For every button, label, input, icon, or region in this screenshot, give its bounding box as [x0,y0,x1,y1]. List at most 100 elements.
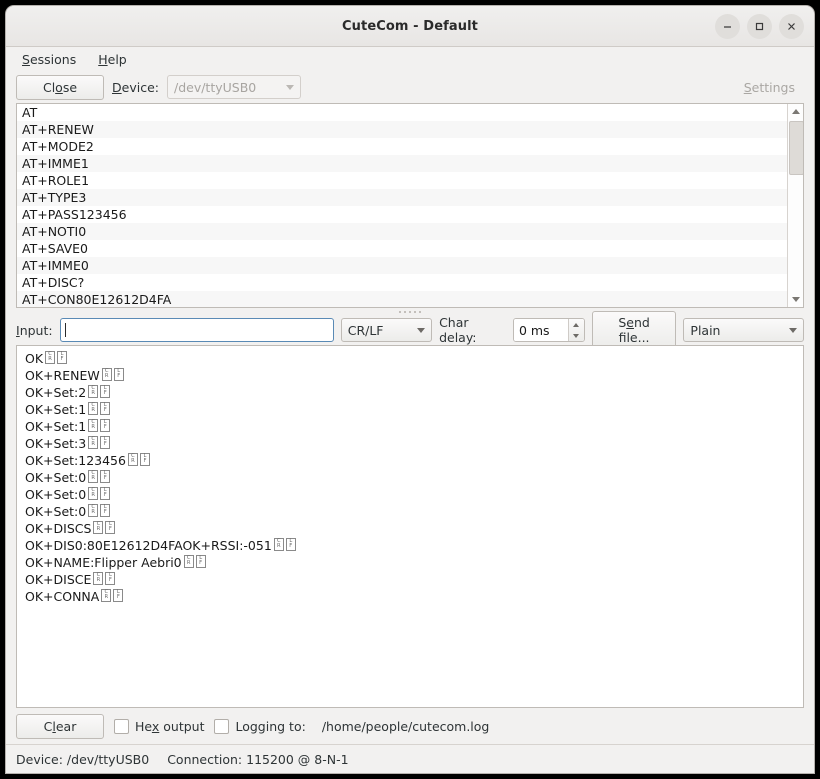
line-ending-select[interactable]: CR/LF [340,318,433,342]
char-delay-value[interactable]: 0 ms [513,319,568,341]
control-char-glyph: CR [88,469,99,483]
logging-group[interactable]: Logging to: [214,718,306,734]
device-select[interactable]: /dev/ttyUSB0 [166,75,301,99]
command-list-item[interactable]: AT [17,104,787,121]
control-char-glyph: LF [100,486,111,500]
control-char-glyph: CR [45,350,56,364]
control-char-glyph: LF [100,418,111,432]
serial-output-panel[interactable]: OK C R L F OK+RENEW C R L F OK+Set:2 C R L F OK+Set:1 C R… [16,345,804,708]
statusbar-device: Device: /dev/ttyUSB0 [16,751,150,767]
window-title: CuteCom - Default [342,18,478,34]
output-line: OK+Set:3 C R L F [17,435,803,452]
command-history-list[interactable]: AT AT+RENEW AT+MODE2 AT+IMME1 AT+ROLE1 AT+TYP… [17,104,787,307]
menu-sessions[interactable]: Sessions [20,50,78,69]
scrollbar-thumb[interactable] [789,121,803,175]
output-line: OK+DISCS C R L F [17,520,803,537]
chevron-down-icon [285,84,294,90]
stepper-down-icon[interactable] [573,333,580,338]
bottom-bar: Clear Hex output Logging to: /home/peopl… [6,708,814,744]
command-list-item[interactable]: AT+IMME0 [17,257,787,274]
output-line: OK+NAME:Flipper Aebri0 C R L F [17,554,803,571]
maximize-icon[interactable] [747,13,772,39]
control-char-glyph: CR [88,486,99,500]
output-line: OK+RENEW C R L F [17,367,803,384]
command-list-item[interactable]: AT+DISC? [17,274,787,291]
control-char-glyph: CR [183,554,194,568]
output-line: OK+Set:0 C R L F [17,469,803,486]
line-ending-value: CR/LF [347,322,384,338]
output-line: OK+Set:0 C R L F [17,486,803,503]
control-char-glyph: CR [101,588,112,602]
stepper-up-icon[interactable] [573,322,580,327]
command-list-item[interactable]: AT+TYPE3 [17,189,787,206]
control-char-glyph: LF [100,469,111,483]
hex-output-checkbox[interactable] [114,718,129,734]
command-list-item[interactable]: AT+NOTI0 [17,223,787,240]
output-line: OK+Set:1 C R L F [17,401,803,418]
char-delay-label: Char delay: [439,315,477,345]
command-input[interactable] [59,318,334,342]
cutecom-window: CuteCom - Default Sessions Help Close De… [6,6,814,773]
control-char-glyph: LF [113,367,124,381]
control-char-glyph: CR [88,503,99,517]
control-char-glyph: CR [88,401,99,415]
control-char-glyph: LF [57,350,68,364]
format-select[interactable]: Plain [683,318,804,342]
statusbar: Device: /dev/ttyUSB0 Connection: 115200 … [6,744,814,773]
close-session-button[interactable]: Close [16,74,104,100]
statusbar-connection: Connection: 115200 @ 8-N-1 [167,751,349,767]
control-char-glyph: LF [105,520,116,534]
splitter-handle[interactable] [6,308,814,315]
output-line: OK+Set:0 C R L F [17,503,803,520]
control-char-glyph: LF [105,571,116,585]
logging-checkbox[interactable] [214,718,230,734]
control-char-glyph: CR [93,520,104,534]
control-char-glyph: CR [88,418,99,432]
scroll-up-icon[interactable] [788,104,803,119]
stepper-arrows[interactable] [567,319,584,341]
input-row: Input: CR/LF Char delay: 0 ms Send file.… [6,311,814,349]
settings-button[interactable]: Settings [734,74,804,100]
log-path-value[interactable]: /home/people/cutecom.log [322,719,490,734]
control-char-glyph: LF [100,435,111,449]
chevron-down-icon [789,327,797,333]
clear-button[interactable]: Clear [16,713,104,739]
command-history-scrollbar[interactable] [787,104,803,307]
command-list-item[interactable]: AT+PASS123456 [17,206,787,223]
control-char-glyph: LF [285,537,296,551]
output-line: OK+Set:123456 C R L F [17,452,803,469]
output-line: OK C R L F [17,350,803,367]
hex-output-label: Hex output [135,718,205,734]
control-char-glyph: CR [88,384,99,398]
control-char-glyph: LF [113,588,124,602]
command-history-panel: AT AT+RENEW AT+MODE2 AT+IMME1 AT+ROLE1 AT+TYP… [16,103,804,308]
menubar: Sessions Help [6,47,814,71]
menu-help[interactable]: Help [96,50,129,69]
hex-output-group[interactable]: Hex output [114,718,205,734]
control-char-glyph: LF [195,554,206,568]
output-line: OK+CONNA C R L F [17,588,803,605]
minimize-icon[interactable] [715,13,740,39]
logging-label: Logging to: [235,718,306,734]
command-list-item[interactable]: AT+ROLE1 [17,172,787,189]
command-list-item[interactable]: AT+MODE2 [17,138,787,155]
control-char-glyph: LF [139,452,150,466]
format-select-value: Plain [690,322,721,338]
scrollbar-track[interactable] [788,119,803,292]
close-icon[interactable] [779,13,804,39]
send-file-button[interactable]: Send file... [591,311,677,349]
output-line: OK+DIS0:80E12612D4FAOK+RSSI:-051 C R L F [17,537,803,554]
control-char-glyph: CR [93,571,104,585]
text-caret [64,323,66,337]
char-delay-stepper[interactable]: 0 ms [512,318,585,342]
command-list-item[interactable]: AT+RENEW [17,121,787,138]
command-list-item[interactable]: AT+IMME1 [17,155,787,172]
toolbar: Close Device: /dev/ttyUSB0 Settings [6,71,814,103]
control-char-glyph: LF [100,503,111,517]
scroll-down-icon[interactable] [788,292,803,307]
input-label: Input: [16,322,53,338]
device-label: Device: [112,79,159,95]
control-char-glyph: CR [101,367,112,381]
command-list-item[interactable]: AT+SAVE0 [17,240,787,257]
command-list-item[interactable]: AT+CON80E12612D4FA [17,291,787,307]
